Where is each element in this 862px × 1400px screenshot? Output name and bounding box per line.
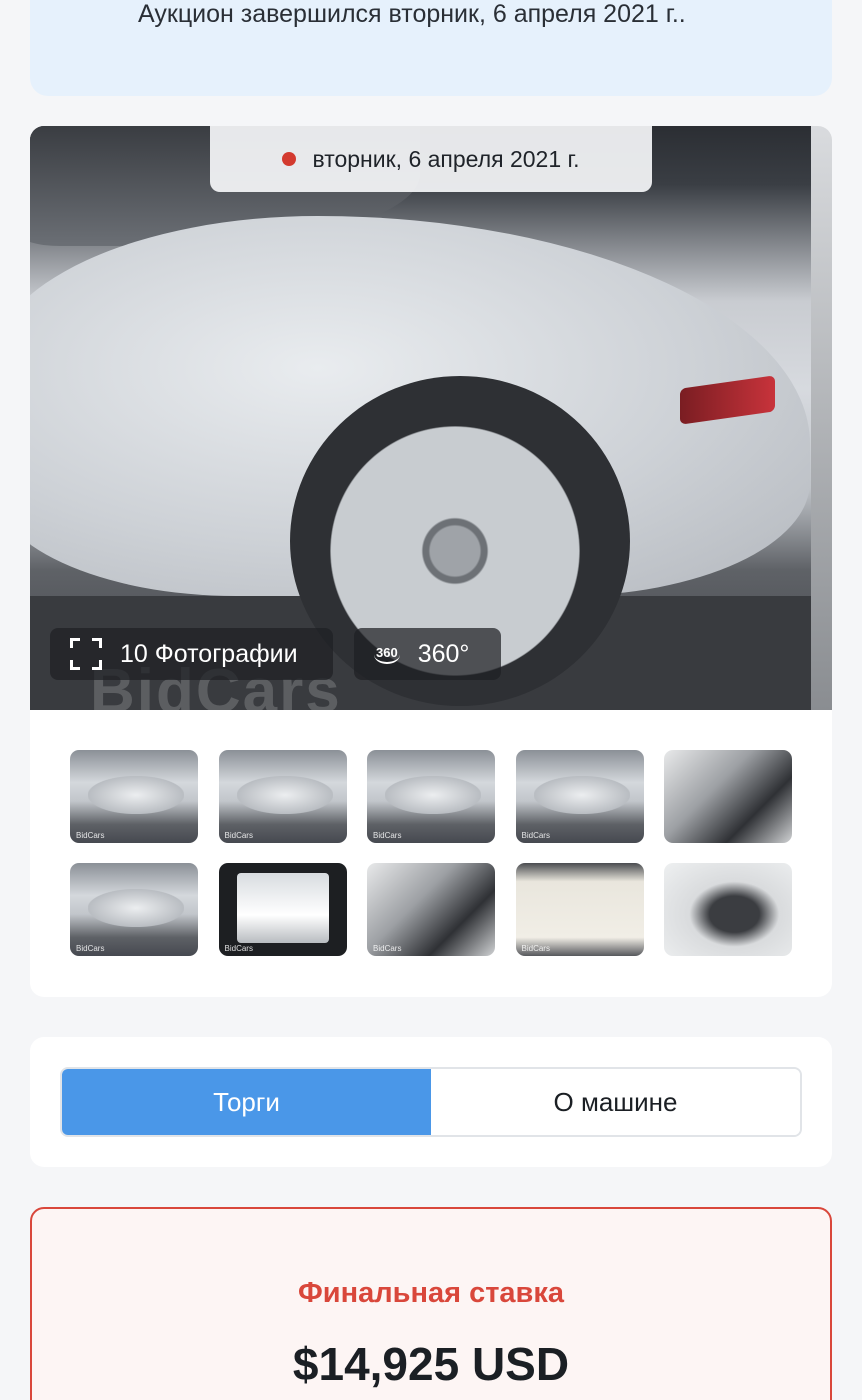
tab-bar: Торги О машине (60, 1067, 802, 1137)
thumbnail[interactable]: BidCars (70, 750, 198, 843)
auction-date: вторник, 6 апреля 2021 г. (312, 145, 580, 172)
thumbnail[interactable]: BidCars (515, 750, 644, 843)
thumbnail[interactable]: BidCars (367, 863, 495, 956)
main-photo[interactable]: BidCars вторник, 6 апреля 2021 г. 10 Фот… (30, 126, 811, 710)
view-360-button[interactable]: 360 360° (354, 628, 501, 680)
thumbnail-watermark: BidCars (521, 944, 550, 953)
rotate-360-icon: 360 (374, 645, 400, 664)
final-bid-card: Финальная ставка $14,925 USD (30, 1207, 832, 1400)
thumbnail[interactable]: BidCars (218, 750, 347, 843)
thumbnail[interactable]: BidCars (515, 863, 644, 956)
thumbnail[interactable]: BidCars (70, 863, 198, 956)
auction-status-card: Аукцион завершился вторник, 6 апреля 202… (30, 0, 832, 96)
final-bid-value: $14,925 USD (292, 1338, 570, 1390)
thumbnail[interactable] (664, 863, 792, 956)
thumbnail-watermark: BidCars (76, 944, 105, 953)
thumbnail-watermark: BidCars (76, 831, 105, 840)
photos-count-label: 10 Фотографии (120, 639, 298, 668)
thumbnail[interactable]: BidCars (367, 750, 495, 843)
tab-about-car[interactable]: О машине (431, 1069, 800, 1135)
thumbnail-watermark: BidCars (373, 944, 402, 953)
thumbnail-watermark: BidCars (521, 831, 550, 840)
all-photos-button[interactable]: 10 Фотографии (50, 628, 333, 680)
tabs-card: Торги О машине (30, 1037, 832, 1167)
thumbnail-watermark: BidCars (373, 831, 402, 840)
thumbnail[interactable] (664, 750, 792, 843)
thumbnail-grid: BidCars BidCars BidCars BidCars BidCars … (70, 750, 792, 956)
auction-date-pill: вторник, 6 апреля 2021 г. (210, 126, 652, 192)
thumbnail-watermark: BidCars (224, 831, 253, 840)
fullscreen-icon (70, 638, 102, 670)
final-bid-label: Финальная ставка (297, 1277, 565, 1309)
thumbnail-watermark: BidCars (224, 944, 253, 953)
red-dot-icon (282, 152, 297, 166)
view-360-label: 360° (417, 639, 470, 668)
tab-bidding[interactable]: Торги (62, 1069, 431, 1135)
thumbnail[interactable]: BidCars (218, 863, 347, 956)
auction-status-text: Аукцион завершился вторник, 6 апреля 202… (138, 0, 686, 28)
photo-gallery-card: BidCars вторник, 6 апреля 2021 г. 10 Фот… (30, 126, 832, 997)
next-photo-peek[interactable] (811, 126, 832, 710)
